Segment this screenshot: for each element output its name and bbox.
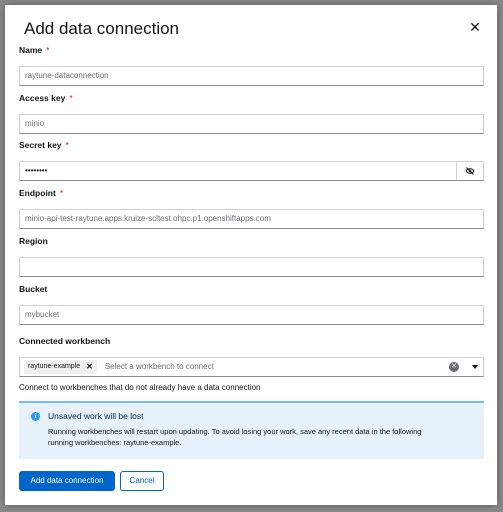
clear-icon[interactable]: ✕ [449,362,459,372]
name-input[interactable]: raytune-dataconnection [19,66,484,86]
region-input[interactable] [19,257,484,277]
workbench-field-group: Connected workbench raytune-example ✕ Se… [19,336,484,392]
workbench-chip: raytune-example ✕ [24,360,97,374]
bucket-field-group: Bucket mybucket [19,284,484,325]
region-label: Region [19,236,48,246]
workbench-select[interactable]: raytune-example ✕ Select a workbench to … [19,357,484,377]
bucket-label: Bucket [19,284,48,294]
add-data-connection-modal: Add data connection ✕ Name * raytune-data… [5,5,497,505]
secret-key-input[interactable]: •••••••• [19,161,484,181]
required-indicator: * [65,140,69,150]
info-icon: i [31,411,40,421]
bucket-input[interactable]: mybucket [19,305,484,325]
secret-key-field-group: Secret key * •••••••• [19,140,484,181]
eye-slash-icon[interactable] [456,162,483,180]
access-key-input[interactable]: minio [19,114,484,134]
workbench-helper-text: Connect to workbenches that do not alrea… [19,383,261,392]
add-data-connection-button[interactable]: Add data connection [19,471,115,491]
cancel-button[interactable]: Cancel [120,471,164,491]
alert-body-line-1: Running workbenches will restart upon up… [48,427,422,436]
required-indicator: * [46,45,50,55]
endpoint-input[interactable]: minio-api-test-raytune.apps.kruize-sclte… [19,209,484,229]
secret-key-value: •••••••• [25,166,48,175]
chip-remove-icon[interactable]: ✕ [86,360,93,374]
chevron-down-icon[interactable] [472,365,478,369]
workbench-select-input[interactable]: Select a workbench to connect [105,358,214,376]
alert-body: Running workbenches will restart upon up… [48,426,472,448]
alert-title: Unsaved work will be lost [48,411,144,421]
endpoint-field-group: Endpoint * minio-api-test-raytune.apps.kr… [19,188,484,229]
access-key-label: Access key [19,93,66,103]
access-key-field-group: Access key * minio [19,93,484,134]
info-alert: i Unsaved work will be lost Running work… [19,401,484,459]
name-label: Name [19,45,43,55]
required-indicator: * [59,188,64,198]
required-indicator: * [69,93,73,103]
workbench-label: Connected workbench [19,336,111,346]
endpoint-label: Endpoint [19,188,56,198]
modal-title: Add data connection [24,19,180,38]
chip-label: raytune-example [28,363,81,370]
secret-key-label: Secret key [19,140,62,150]
region-field-group: Region [19,236,484,277]
close-icon[interactable]: ✕ [467,19,483,35]
name-field-group: Name * raytune-dataconnection [19,45,484,86]
alert-body-line-2: running workbenches: raytune-example. [48,438,182,447]
